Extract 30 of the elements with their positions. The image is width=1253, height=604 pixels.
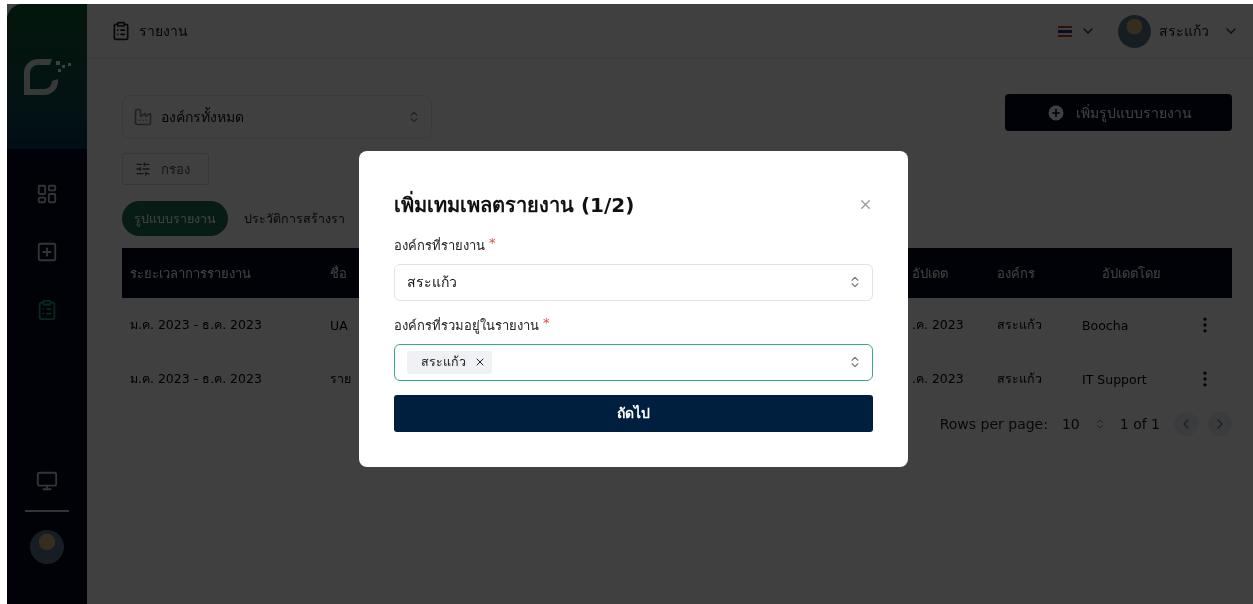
table-cell-text: ม.ค. 2023 - ธ.ค. 2023 xyxy=(130,370,262,388)
table-cell-text: .ค. 2023 xyxy=(912,370,964,388)
table-cell-text: สระแก้ว xyxy=(997,370,1042,388)
table-cell-text: สระแก้ว xyxy=(997,316,1042,334)
table-cell: UA xyxy=(330,317,348,333)
page-range: 1 of 1 xyxy=(1119,416,1160,432)
rows-per-page-label: Rows per page: xyxy=(939,416,1048,432)
column-header: องค์กร xyxy=(997,264,1035,283)
next-button[interactable]: ถัดไป xyxy=(394,394,873,432)
close-button[interactable] xyxy=(858,197,873,212)
remove-icon[interactable] xyxy=(474,356,486,368)
column-header: ชื่อ xyxy=(330,264,347,283)
field-label: องค์กรที่รายงาน xyxy=(394,236,485,255)
field-label: องค์กรที่รวมอยู่ในรายงาน xyxy=(394,316,539,336)
column-header: ระยะเวลาการรายงาน xyxy=(130,264,251,283)
column-header: อัปเดต xyxy=(912,264,948,283)
column-header: อัปเดตโดย xyxy=(1101,264,1161,283)
page-title: รายงาน xyxy=(139,22,189,41)
table-cell-text: ม.ค. 2023 - ธ.ค. 2023 xyxy=(130,316,262,334)
user-name: สระแก้ว xyxy=(1159,22,1209,41)
modal-title: เพิ่มเทมเพลตรายงาน (1/2) xyxy=(394,190,635,219)
multi-select-field[interactable]: สระแก้ว xyxy=(394,343,873,381)
table-cell-text: ราย xyxy=(330,370,351,388)
required-mark: * xyxy=(543,314,550,332)
table-cell-text: Boocha xyxy=(1082,317,1130,333)
table-cell-text: IT Support xyxy=(1082,371,1148,387)
required-mark: * xyxy=(489,234,496,252)
tag-label: สระแก้ว xyxy=(421,353,466,371)
select-field[interactable]: สระแก้ว xyxy=(394,263,873,301)
table-cell-text: .ค. 2023 xyxy=(912,316,964,334)
